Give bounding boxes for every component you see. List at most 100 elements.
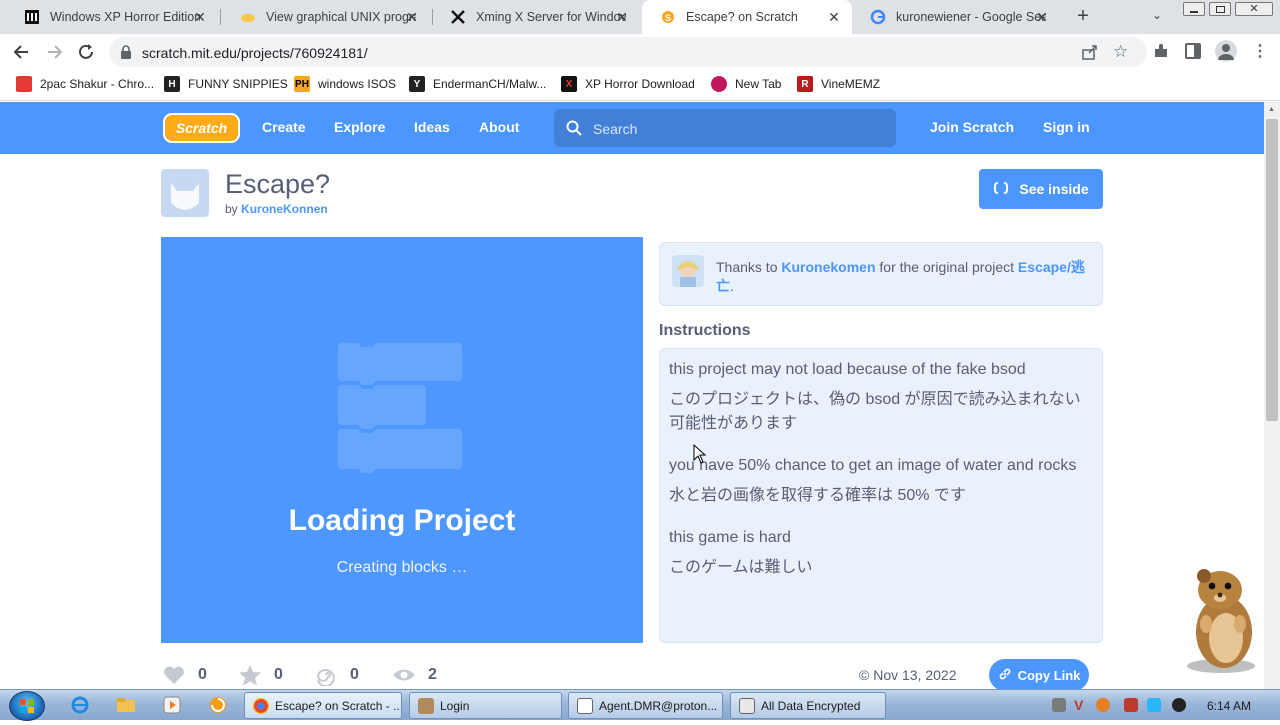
tab-xming[interactable]: Xming X Server for Windov ✕ bbox=[432, 0, 640, 34]
nav-explore[interactable]: Explore bbox=[334, 119, 385, 135]
folder-icon[interactable] bbox=[114, 694, 138, 716]
copy-link-label: Copy Link bbox=[1017, 667, 1081, 683]
favorite-count: 0 bbox=[274, 666, 283, 683]
bookmark-star-icon[interactable]: ☆ bbox=[1113, 42, 1128, 62]
bookmark-label: 2pac Shakur - Chro... bbox=[40, 77, 155, 91]
nav-ideas[interactable]: Ideas bbox=[414, 119, 450, 135]
restore-button[interactable] bbox=[1209, 2, 1231, 16]
url-text: scratch.mit.edu/projects/760924181/ bbox=[142, 45, 368, 61]
back-arrow-icon[interactable] bbox=[12, 42, 32, 67]
project-player-stage[interactable]: Loading Project Creating blocks … bbox=[161, 237, 643, 643]
x-icon bbox=[450, 9, 466, 25]
taskbar-item-label: Login bbox=[440, 698, 470, 713]
search-input[interactable]: Search bbox=[554, 109, 896, 147]
taskbar-clock[interactable]: 6:14 AM bbox=[1207, 699, 1251, 713]
media-player-icon[interactable] bbox=[160, 694, 184, 716]
tray-orange-icon[interactable] bbox=[1096, 698, 1110, 712]
windows-taskbar: Escape? on Scratch - ... Login Agent.DMR… bbox=[0, 689, 1280, 721]
new-tab-button[interactable]: + bbox=[1073, 6, 1093, 26]
profile-avatar-icon[interactable] bbox=[1215, 40, 1237, 62]
page-scrollbar[interactable]: ▲ bbox=[1264, 102, 1280, 689]
credit-mid: for the original project bbox=[879, 259, 1015, 275]
side-panel-icon[interactable] bbox=[1185, 43, 1201, 59]
swirl-app-icon[interactable] bbox=[206, 694, 230, 716]
author-avatar[interactable] bbox=[161, 169, 209, 217]
bookmark-item[interactable]: H FUNNY SNIPPIES bbox=[164, 76, 288, 92]
bookmark-label: VineMEMZ bbox=[821, 77, 881, 91]
loading-title: Loading Project bbox=[288, 504, 516, 537]
bookmark-item[interactable]: X XP Horror Download bbox=[561, 76, 695, 92]
tray-app-icon[interactable] bbox=[1052, 698, 1066, 712]
instruction-line: you have 50% chance to get an image of w… bbox=[669, 457, 1077, 474]
scratch-logo[interactable]: Scratch bbox=[163, 113, 240, 143]
taskbar-item-label: Agent.DMR@proton... bbox=[599, 698, 718, 713]
tab-google-search[interactable]: kuronewiener - Google Sea ✕ bbox=[852, 0, 1060, 34]
tab-windows-xp-horror[interactable]: Windows XP Horror Edition ✕ bbox=[6, 0, 218, 34]
sign-in-link[interactable]: Sign in bbox=[1043, 119, 1090, 135]
tab-unix-graphical[interactable]: View graphical UNIX progra ✕ bbox=[222, 0, 430, 34]
scrollbar-thumb[interactable] bbox=[1266, 119, 1278, 421]
scroll-up-icon[interactable]: ▲ bbox=[1268, 106, 1275, 113]
taskbar-item-login[interactable]: Login bbox=[409, 692, 562, 719]
instruction-line: 水と岩の画像を取得する確率は 50% です bbox=[669, 487, 966, 504]
taskbar-item-agent[interactable]: Agent.DMR@proton... bbox=[568, 692, 723, 719]
tray-v-icon[interactable]: V bbox=[1074, 698, 1088, 712]
bookmark-item[interactable]: Y EndermanCH/Malw... bbox=[409, 76, 546, 92]
favorite-stat[interactable]: 0 bbox=[238, 665, 283, 686]
tab-escape-scratch[interactable]: S Escape? on Scratch ✕ bbox=[642, 0, 852, 34]
start-button[interactable] bbox=[9, 691, 45, 721]
snippet-icon: H bbox=[164, 76, 180, 92]
forward-arrow-icon[interactable] bbox=[44, 42, 64, 67]
credit-user-avatar[interactable] bbox=[672, 255, 704, 287]
mouse-cursor-icon bbox=[693, 443, 707, 469]
login-app-icon bbox=[418, 697, 434, 714]
bookmark-item[interactable]: New Tab bbox=[711, 76, 781, 92]
tab-search-chevron-icon[interactable]: ⌄ bbox=[1152, 8, 1162, 22]
close-icon[interactable]: ✕ bbox=[826, 9, 842, 25]
bookmark-label: windows ISOS bbox=[318, 77, 397, 91]
copy-link-button[interactable]: Copy Link bbox=[989, 659, 1089, 691]
hamster-desktop-pet[interactable] bbox=[1176, 566, 1266, 681]
close-icon[interactable]: ✕ bbox=[192, 9, 208, 25]
project-byline: by KuroneKonnen bbox=[225, 202, 328, 216]
close-icon[interactable]: ✕ bbox=[1034, 9, 1050, 25]
star-icon bbox=[238, 665, 262, 686]
see-inside-button[interactable]: See inside bbox=[979, 169, 1103, 209]
instruction-line: this game is hard bbox=[669, 529, 791, 546]
instruction-line: このプロジェクトは、偽の bsod が原因で読み込まれない bbox=[669, 391, 1081, 408]
close-icon[interactable]: ✕ bbox=[404, 9, 420, 25]
nav-create[interactable]: Create bbox=[262, 119, 306, 135]
remix-stat: 0 bbox=[314, 665, 359, 686]
join-scratch-link[interactable]: Join Scratch bbox=[930, 119, 1014, 135]
x-icon: X bbox=[561, 76, 577, 92]
bookmark-label: FUNNY SNIPPIES bbox=[188, 77, 288, 91]
tray-flag-icon[interactable] bbox=[1124, 698, 1138, 712]
share-icon[interactable] bbox=[1081, 43, 1099, 66]
bookmark-item[interactable]: PH windows ISOS bbox=[294, 76, 396, 92]
chrome-menu-icon[interactable]: ⋮ bbox=[1252, 41, 1268, 61]
close-icon[interactable]: ✕ bbox=[614, 9, 630, 25]
close-window-button[interactable]: ✕ bbox=[1235, 2, 1273, 16]
internet-explorer-icon[interactable] bbox=[68, 694, 92, 716]
tray-monitor-icon[interactable] bbox=[1147, 698, 1161, 712]
instruction-line: this project may not load because of the… bbox=[669, 361, 1026, 378]
instruction-line: このゲームは難しい bbox=[669, 559, 813, 576]
bookmark-item[interactable]: 2pac Shakur - Chro... bbox=[16, 76, 154, 92]
bookmark-item[interactable]: R VineMEMZ bbox=[797, 76, 880, 92]
credit-suffix: . bbox=[730, 278, 734, 294]
tray-circle-icon[interactable] bbox=[1172, 698, 1186, 712]
love-count: 0 bbox=[198, 666, 207, 683]
extensions-puzzle-icon[interactable] bbox=[1152, 42, 1170, 65]
love-stat[interactable]: 0 bbox=[162, 665, 207, 685]
tab-strip: Windows XP Horror Edition ✕ View graphic… bbox=[0, 0, 1280, 34]
author-link[interactable]: KuroneKonnen bbox=[241, 202, 328, 216]
credit-user-link[interactable]: Kuronekomen bbox=[781, 259, 875, 275]
nav-about[interactable]: About bbox=[479, 119, 519, 135]
taskbar-item-chrome[interactable]: Escape? on Scratch - ... bbox=[244, 692, 402, 719]
taskbar-item-encrypted[interactable]: All Data Encrypted bbox=[730, 692, 886, 719]
minimize-button[interactable] bbox=[1183, 2, 1205, 16]
remix-credit-box: Thanks to Kuronekomen for the original p… bbox=[659, 242, 1103, 306]
reload-icon[interactable] bbox=[76, 42, 96, 67]
credit-text: Thanks to Kuronekomen for the original p… bbox=[716, 258, 1092, 296]
address-bar[interactable]: scratch.mit.edu/projects/760924181/ ☆ bbox=[109, 37, 1147, 67]
